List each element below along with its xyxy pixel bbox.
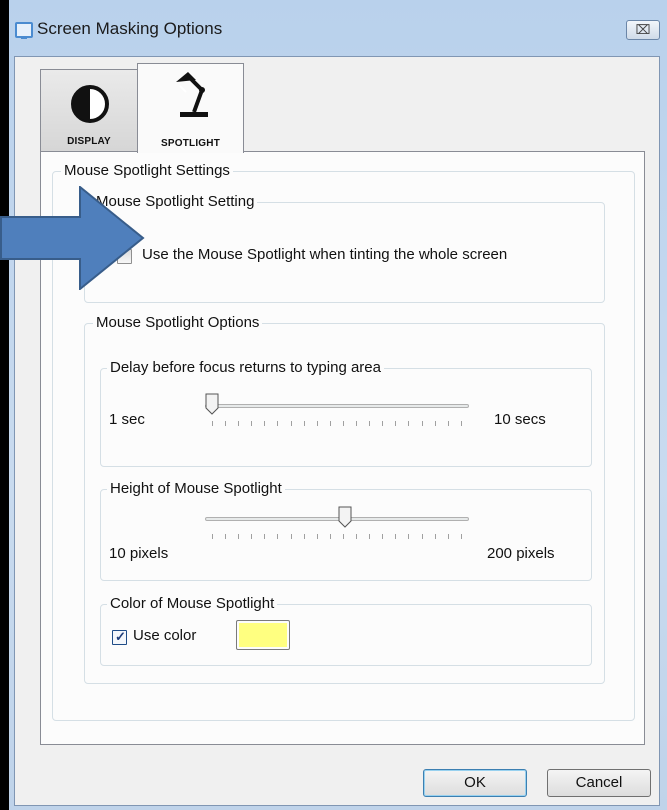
mouse-spotlight-options-title: Mouse Spotlight Options (93, 314, 263, 332)
delay-slider-track[interactable] (205, 404, 469, 408)
height-min-label: 10 pixels (109, 545, 169, 562)
mouse-spotlight-setting-group: Mouse Spotlight Setting Use the Mouse Sp… (84, 193, 605, 303)
checkmark-icon: ✓ (115, 629, 126, 644)
delay-title: Delay before focus returns to typing are… (107, 359, 384, 377)
contrast-icon (71, 85, 109, 123)
use-color-checkbox-box[interactable]: ✓ (112, 629, 127, 645)
dialog-window: Screen Masking Options ⌧ DISPLAY SPOTLIG… (0, 0, 667, 810)
cancel-button[interactable]: Cancel (547, 769, 651, 797)
close-icon: ⌧ (635, 22, 651, 37)
tab-display[interactable]: DISPLAY (40, 69, 138, 151)
color-swatch (239, 623, 287, 647)
window-title: Screen Masking Options (37, 19, 223, 38)
delay-slider-ticks (212, 421, 462, 427)
mouse-spotlight-options-group: Mouse Spotlight Options Delay before foc… (84, 314, 605, 684)
use-color-checkbox-label[interactable]: Use color (133, 627, 196, 644)
color-group: Color of Mouse Spotlight ✓ Use color (100, 595, 592, 666)
delay-max-label: 10 secs (494, 411, 546, 428)
delay-group: Delay before focus returns to typing are… (100, 359, 592, 467)
tab-spotlight-label: SPOTLIGHT (160, 138, 221, 149)
ok-button[interactable]: OK (423, 769, 527, 797)
height-slider-thumb[interactable] (338, 506, 352, 528)
mouse-spotlight-settings-title: Mouse Spotlight Settings (61, 162, 233, 180)
tab-spotlight[interactable]: SPOTLIGHT (137, 63, 244, 153)
use-spotlight-checkbox-label[interactable]: Use the Mouse Spotlight when tinting the… (142, 246, 507, 263)
height-slider-ticks (212, 534, 462, 540)
delay-slider-thumb[interactable] (205, 393, 219, 415)
height-max-label: 200 pixels (487, 545, 555, 562)
monitor-icon (15, 22, 33, 39)
dialog-client-area: DISPLAY SPOTLIGHT Mouse Spotlight Settin… (14, 56, 660, 806)
desk-lamp-icon (176, 72, 208, 117)
annotation-arrow (0, 186, 145, 290)
window-frame: Screen Masking Options ⌧ DISPLAY SPOTLIG… (9, 0, 667, 810)
title-bar[interactable]: Screen Masking Options ⌧ (9, 0, 667, 56)
height-title: Height of Mouse Spotlight (107, 480, 285, 498)
delay-min-label: 1 sec (109, 411, 145, 428)
height-group: Height of Mouse Spotlight 10 pixels 200 … (100, 480, 592, 581)
close-button[interactable]: ⌧ (626, 20, 660, 40)
color-swatch-button[interactable] (236, 620, 290, 650)
tab-display-label: DISPLAY (67, 136, 111, 147)
color-title: Color of Mouse Spotlight (107, 595, 278, 613)
